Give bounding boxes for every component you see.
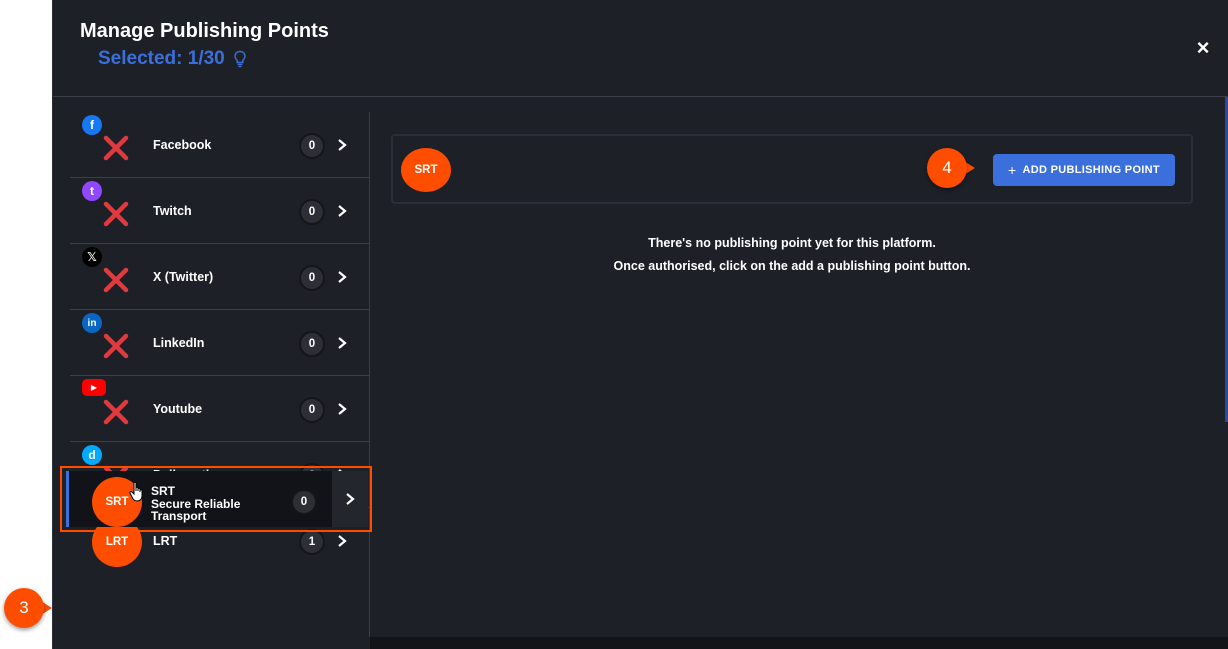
linkedin-icon: in [82, 313, 102, 333]
empty-state-line-2: Once authorised, click on the add a publ… [613, 259, 971, 273]
lightbulb-icon[interactable] [233, 50, 247, 68]
chevron-right-icon[interactable] [336, 336, 348, 350]
platform-item-srt-highlight[interactable]: SRT SRT Secure Reliable Transport 0 [60, 466, 372, 532]
twitch-icon: t [82, 181, 102, 201]
step-marker-3: 3 [4, 588, 52, 628]
platform-item-twitch[interactable]: t Twitch 0 [70, 178, 370, 244]
platform-item-facebook[interactable]: f Facebook 0 [70, 112, 370, 178]
platform-item-x-twitter[interactable]: 𝕏 X (Twitter) 0 [70, 244, 370, 310]
chevron-right-icon[interactable] [336, 270, 348, 284]
platform-subtitle: Secure Reliable Transport [151, 497, 241, 523]
count-badge: 0 [299, 133, 325, 159]
facebook-icon: f [82, 115, 102, 135]
count-badge: 0 [299, 331, 325, 357]
platform-name: Facebook [153, 138, 212, 152]
platform-name: Twitch [153, 204, 192, 218]
modal-footer-bar [370, 637, 1228, 649]
not-authorised-x-icon [103, 333, 129, 359]
count-badge: 0 [299, 199, 325, 225]
not-authorised-x-icon [103, 135, 129, 161]
empty-state-message: There's no publishing point yet for this… [391, 232, 1193, 278]
step-marker-4: 4 [927, 148, 975, 188]
selected-counter: Selected: 1/30 [98, 48, 247, 70]
chevron-right-icon[interactable] [336, 402, 348, 416]
modal-header: Manage Publishing Points Selected: 1/30 … [53, 0, 1228, 97]
count-badge: 0 [291, 489, 317, 515]
close-button[interactable]: × [1191, 36, 1215, 60]
chevron-right-icon[interactable] [344, 492, 356, 506]
step-number: 3 [4, 588, 44, 628]
youtube-icon: ▶ [82, 379, 106, 396]
close-icon[interactable]: × [1197, 35, 1210, 60]
not-authorised-x-icon [103, 201, 129, 227]
platform-name: LinkedIn [153, 336, 205, 350]
modal-title: Manage Publishing Points [80, 20, 329, 42]
not-authorised-x-icon [103, 267, 129, 293]
platform-item-srt[interactable]: SRT SRT Secure Reliable Transport 0 [66, 471, 332, 527]
empty-state-line-1: There's no publishing point yet for this… [648, 236, 936, 250]
add-publishing-point-button[interactable]: + ADD PUBLISHING POINT [993, 154, 1175, 186]
dailymotion-icon: d [82, 445, 102, 465]
chevron-right-icon[interactable] [336, 138, 348, 152]
platform-detail-header: SRT + ADD PUBLISHING POINT [391, 134, 1193, 204]
srt-expand-button[interactable] [332, 471, 368, 527]
platform-name: X (Twitter) [153, 270, 214, 284]
step-number: 4 [927, 148, 967, 188]
not-authorised-x-icon [103, 399, 129, 425]
platform-name: Youtube [153, 402, 203, 416]
platform-item-linkedin[interactable]: in LinkedIn 0 [70, 310, 370, 376]
hand-cursor-icon [129, 481, 143, 502]
plus-icon: + [1008, 162, 1017, 178]
count-badge: 0 [299, 265, 325, 291]
count-badge: 1 [299, 529, 325, 555]
platform-name: SRT [151, 484, 175, 498]
platform-item-youtube[interactable]: ▶ Youtube 0 [70, 376, 370, 442]
platform-sidebar: f Facebook 0 t Twitch 0 𝕏 X (Twitter) 0 … [70, 112, 370, 637]
count-badge: 0 [299, 397, 325, 423]
add-publishing-point-label: ADD PUBLISHING POINT [1022, 164, 1160, 176]
chevron-right-icon[interactable] [336, 204, 348, 218]
srt-logo: SRT [401, 148, 451, 192]
page-backdrop [0, 0, 52, 649]
manage-publishing-points-modal: Manage Publishing Points Selected: 1/30 … [52, 0, 1228, 649]
chevron-right-icon[interactable] [336, 534, 348, 548]
selected-label: Selected: 1/30 [98, 48, 225, 69]
x-icon: 𝕏 [82, 247, 102, 267]
